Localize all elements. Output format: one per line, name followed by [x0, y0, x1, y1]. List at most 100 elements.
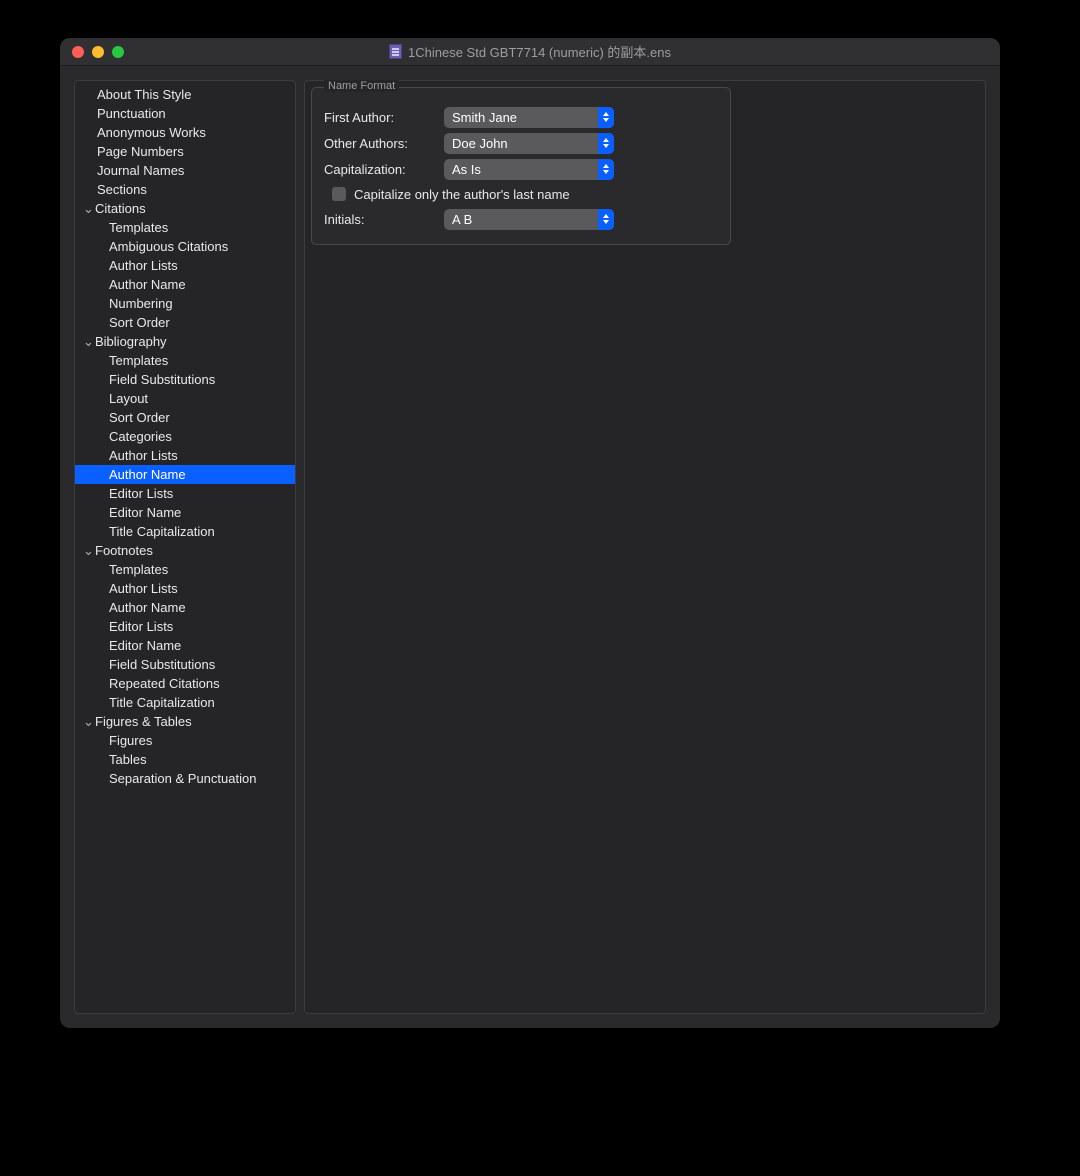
tree-item-label: Numbering	[109, 296, 173, 311]
row-capitalization: Capitalization: As Is	[324, 156, 718, 182]
tree-item[interactable]: Anonymous Works	[75, 123, 295, 142]
tree-item[interactable]: Editor Name	[75, 636, 295, 655]
window-title-wrap: 1Chinese Std GBT7714 (numeric) 的副本.ens	[60, 42, 1000, 61]
tree-item[interactable]: Page Numbers	[75, 142, 295, 161]
tree-item[interactable]: About This Style	[75, 85, 295, 104]
tree-item[interactable]: Categories	[75, 427, 295, 446]
window-zoom-button[interactable]	[112, 46, 124, 58]
detail-pane: Name Format First Author: Smith Jane Oth…	[304, 80, 986, 1014]
popup-capitalization-value: As Is	[452, 162, 481, 177]
tree-item[interactable]: Templates	[75, 560, 295, 579]
tree-item[interactable]: ⌄Footnotes	[75, 541, 295, 560]
label-initials: Initials:	[324, 212, 444, 227]
tree-item[interactable]: ⌄Bibliography	[75, 332, 295, 351]
row-other-authors: Other Authors: Doe John	[324, 130, 718, 156]
tree-item[interactable]: Author Lists	[75, 446, 295, 465]
row-initials: Initials: A B	[324, 206, 718, 232]
popup-arrows-icon	[598, 209, 614, 230]
tree-item[interactable]: Layout	[75, 389, 295, 408]
tree-item[interactable]: Author Name	[75, 275, 295, 294]
label-cap-lastname: Capitalize only the author's last name	[354, 187, 570, 202]
tree-item[interactable]: Author Name	[75, 465, 295, 484]
tree-item-label: Author Name	[109, 467, 186, 482]
popup-arrows-icon	[598, 159, 614, 180]
tree-item[interactable]: Separation & Punctuation	[75, 769, 295, 788]
tree-item-label: Tables	[109, 752, 147, 767]
window-title: 1Chinese Std GBT7714 (numeric) 的副本.ens	[408, 42, 671, 61]
tree-item-label: Author Lists	[109, 581, 178, 596]
popup-arrows-icon	[598, 107, 614, 128]
tree-item-label: Categories	[109, 429, 172, 444]
tree-item[interactable]: Author Lists	[75, 256, 295, 275]
checkbox-cap-lastname[interactable]	[332, 187, 346, 201]
tree-item[interactable]: Templates	[75, 351, 295, 370]
tree-item-label: Citations	[95, 201, 146, 216]
label-first-author: First Author:	[324, 110, 444, 125]
tree-item-label: Sort Order	[109, 410, 170, 425]
tree-item-label: Author Lists	[109, 448, 178, 463]
tree-item[interactable]: Title Capitalization	[75, 522, 295, 541]
name-format-group: Name Format First Author: Smith Jane Oth…	[311, 87, 731, 245]
label-other-authors: Other Authors:	[324, 136, 444, 151]
tree-item[interactable]: Field Substitutions	[75, 370, 295, 389]
tree-item-label: Layout	[109, 391, 148, 406]
tree-item-label: Templates	[109, 353, 168, 368]
sidebar-tree[interactable]: About This Style PunctuationAnonymous Wor…	[74, 80, 296, 1014]
tree-item[interactable]: Numbering	[75, 294, 295, 313]
tree-item-label: Title Capitalization	[109, 524, 215, 539]
tree-item[interactable]: Ambiguous Citations	[75, 237, 295, 256]
tree-item[interactable]: Tables	[75, 750, 295, 769]
tree-item-label: Templates	[109, 220, 168, 235]
tree-item-label: Field Substitutions	[109, 372, 215, 387]
tree-item-label: Title Capitalization	[109, 695, 215, 710]
row-first-author: First Author: Smith Jane	[324, 104, 718, 130]
tree-item[interactable]: Title Capitalization	[75, 693, 295, 712]
chevron-down-icon[interactable]: ⌄	[83, 332, 93, 351]
chevron-down-icon[interactable]: ⌄	[83, 199, 93, 218]
titlebar: 1Chinese Std GBT7714 (numeric) 的副本.ens	[60, 38, 1000, 66]
tree-item-label: Journal Names	[97, 163, 184, 178]
popup-first-author-value: Smith Jane	[452, 110, 517, 125]
tree-item-label: Sort Order	[109, 315, 170, 330]
tree-item[interactable]: ⌄Figures & Tables	[75, 712, 295, 731]
tree-item-label: Figures	[109, 733, 152, 748]
tree-item-label: Editor Lists	[109, 486, 173, 501]
tree-item-label: Bibliography	[95, 334, 167, 349]
tree-item[interactable]: Figures	[75, 731, 295, 750]
tree-item-label: Author Lists	[109, 258, 178, 273]
tree-item[interactable]: Editor Name	[75, 503, 295, 522]
window-minimize-button[interactable]	[92, 46, 104, 58]
tree-item[interactable]: Journal Names	[75, 161, 295, 180]
popup-other-authors-value: Doe John	[452, 136, 508, 151]
tree-item[interactable]: ⌄Citations	[75, 199, 295, 218]
tree-item[interactable]: Punctuation	[75, 104, 295, 123]
chevron-down-icon[interactable]: ⌄	[83, 541, 93, 560]
row-cap-checkbox: Capitalize only the author's last name	[324, 182, 718, 206]
tree-item-label: Editor Name	[109, 638, 181, 653]
label-capitalization: Capitalization:	[324, 162, 444, 177]
traffic-lights	[72, 46, 124, 58]
tree-item[interactable]: Sections	[75, 180, 295, 199]
popup-arrows-icon	[598, 133, 614, 154]
popup-initials-value: A B	[452, 212, 472, 227]
document-icon	[389, 44, 402, 59]
popup-first-author[interactable]: Smith Jane	[444, 107, 614, 128]
popup-initials[interactable]: A B	[444, 209, 614, 230]
tree-item-label: Footnotes	[95, 543, 153, 558]
tree-item-label: Editor Name	[109, 505, 181, 520]
popup-other-authors[interactable]: Doe John	[444, 133, 614, 154]
tree-item[interactable]: Editor Lists	[75, 617, 295, 636]
tree-item[interactable]: Author Name	[75, 598, 295, 617]
tree-item[interactable]: Field Substitutions	[75, 655, 295, 674]
tree-item-label: About This Style	[97, 87, 191, 102]
chevron-down-icon[interactable]: ⌄	[83, 712, 93, 731]
tree-item[interactable]: Sort Order	[75, 408, 295, 427]
tree-item[interactable]: Sort Order	[75, 313, 295, 332]
window-close-button[interactable]	[72, 46, 84, 58]
tree-item-label: Page Numbers	[97, 144, 184, 159]
tree-item[interactable]: Templates	[75, 218, 295, 237]
popup-capitalization[interactable]: As Is	[444, 159, 614, 180]
tree-item[interactable]: Repeated Citations	[75, 674, 295, 693]
tree-item[interactable]: Editor Lists	[75, 484, 295, 503]
tree-item[interactable]: Author Lists	[75, 579, 295, 598]
